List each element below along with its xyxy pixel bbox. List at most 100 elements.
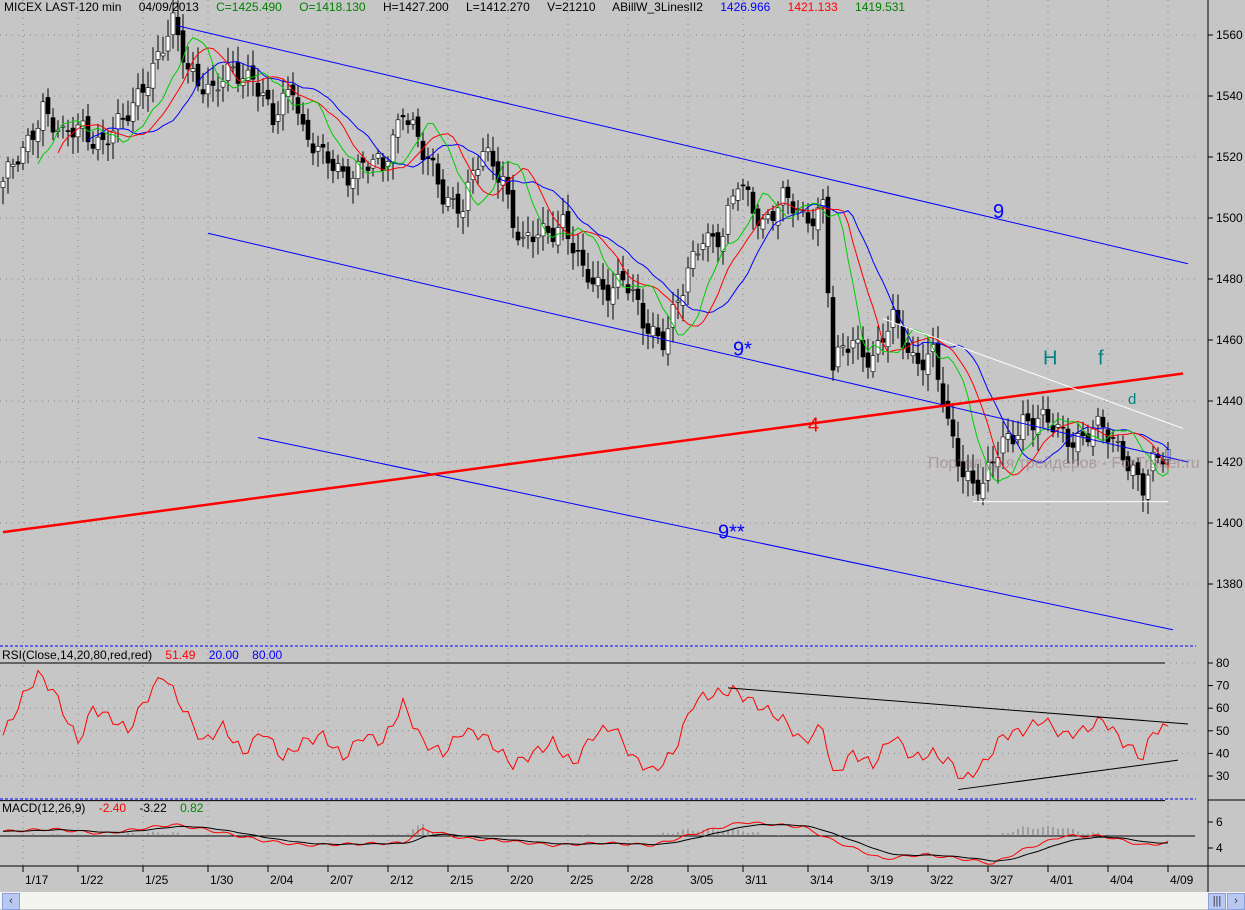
price-tick-label: 1500 [1216,211,1243,225]
candle-body [1030,418,1036,431]
candle-body [335,163,341,172]
candle-body [405,120,411,125]
candle-body [530,236,536,243]
rsi-low: 20.00 [208,648,239,662]
candle-body [1100,416,1106,428]
candle-body [325,151,331,164]
pattern-annotation: H [1043,347,1057,369]
candle-body [1025,413,1031,422]
rsi-tick-label: 60 [1216,701,1230,715]
candle-body [940,383,946,406]
candle-body [65,130,71,132]
rsi-tick-label: 70 [1216,679,1230,693]
candle-body [1095,415,1101,426]
candle-body [925,353,931,375]
candle-body [305,119,311,140]
candle-body [650,326,656,337]
candle-body [845,348,851,353]
open-value: O=1418.130 [299,0,366,14]
trendline-label: 9 [993,201,1004,223]
candle-body [0,181,6,188]
trendline [207,232,1189,463]
candle-body [330,158,336,171]
candle-body [825,196,831,294]
candle-body [695,253,701,256]
candle-body [675,300,681,303]
candle-body [690,251,696,269]
candle-body [860,340,866,358]
time-tick-label: 2/12 [390,873,414,887]
scroll-right-button[interactable]: › [1227,893,1245,910]
pattern-annotation: f [1098,347,1104,369]
scroll-left-button[interactable]: ‹ [2,893,20,910]
candle-body [1015,435,1021,440]
candle-body [550,227,556,242]
close-value: C=1425.490 [216,0,282,14]
rsi-line [2,669,1169,779]
candle-body [620,271,626,281]
trendline [177,25,1189,265]
horizontal-scrollbar[interactable]: ‹ ||| › [0,892,1245,910]
candle-body [770,211,776,221]
candle-body [655,327,661,337]
candle-body [320,143,326,148]
candle-body [760,218,766,230]
trendline-label: 4 [808,415,819,437]
candle-body [140,83,146,93]
candle-body [520,236,526,239]
price-tick-label: 1540 [1216,89,1243,103]
candle-body [560,214,566,228]
candle-body [555,227,561,246]
candle-body [600,279,606,290]
indicator-blue-value: 1426.966 [720,0,771,14]
candle-body [395,119,401,138]
candle-body [440,179,446,205]
candle-body [915,352,921,364]
candle-body [365,166,371,171]
candle-body [25,134,31,152]
candle-body [1045,409,1051,423]
candle-body [765,214,771,220]
candle-body [870,355,876,372]
scroll-thumb[interactable]: ||| [1208,893,1226,910]
candle-body [95,136,101,150]
candle-body [625,284,631,294]
candle-body [660,331,666,351]
candle-body [50,117,56,133]
price-tick-label: 1520 [1216,150,1243,164]
ma-red-line [57,47,1169,476]
candle-body [170,12,176,36]
candle-body [100,132,106,140]
candle-body [85,116,91,143]
grid-lines [0,0,1196,866]
price-tick-label: 1440 [1216,394,1243,408]
price-tick-label: 1460 [1216,333,1243,347]
candle-body [615,273,621,288]
candle-body [700,243,706,250]
macd-tick-label: 4 [1216,841,1223,855]
candle-body [10,164,16,167]
rsi-tick-label: 40 [1216,746,1230,760]
time-tick-label: 2/20 [510,873,534,887]
candle-body [375,153,381,159]
candle-body [890,309,896,328]
candle-body [310,143,316,154]
time-tick-label: 1/22 [80,873,104,887]
time-tick-label: 3/14 [810,873,834,887]
candle-body [1145,474,1151,500]
candle-body [350,178,356,189]
price-tick-label: 1480 [1216,272,1243,286]
candle-body [20,147,26,164]
candle-body [1115,440,1121,443]
candle-body [815,207,821,231]
candle-body [830,297,836,371]
rsi-label: RSI(Close,14,20,80,red,red) [2,648,153,662]
candle-body [275,114,281,122]
time-tick-label: 2/04 [270,873,294,887]
candle-body [120,117,126,120]
candle-body [475,169,481,176]
price-tick-label: 1560 [1216,28,1243,42]
candle-body [230,66,236,69]
time-tick-label: 3/27 [990,873,1014,887]
time-tick-label: 1/30 [210,873,234,887]
